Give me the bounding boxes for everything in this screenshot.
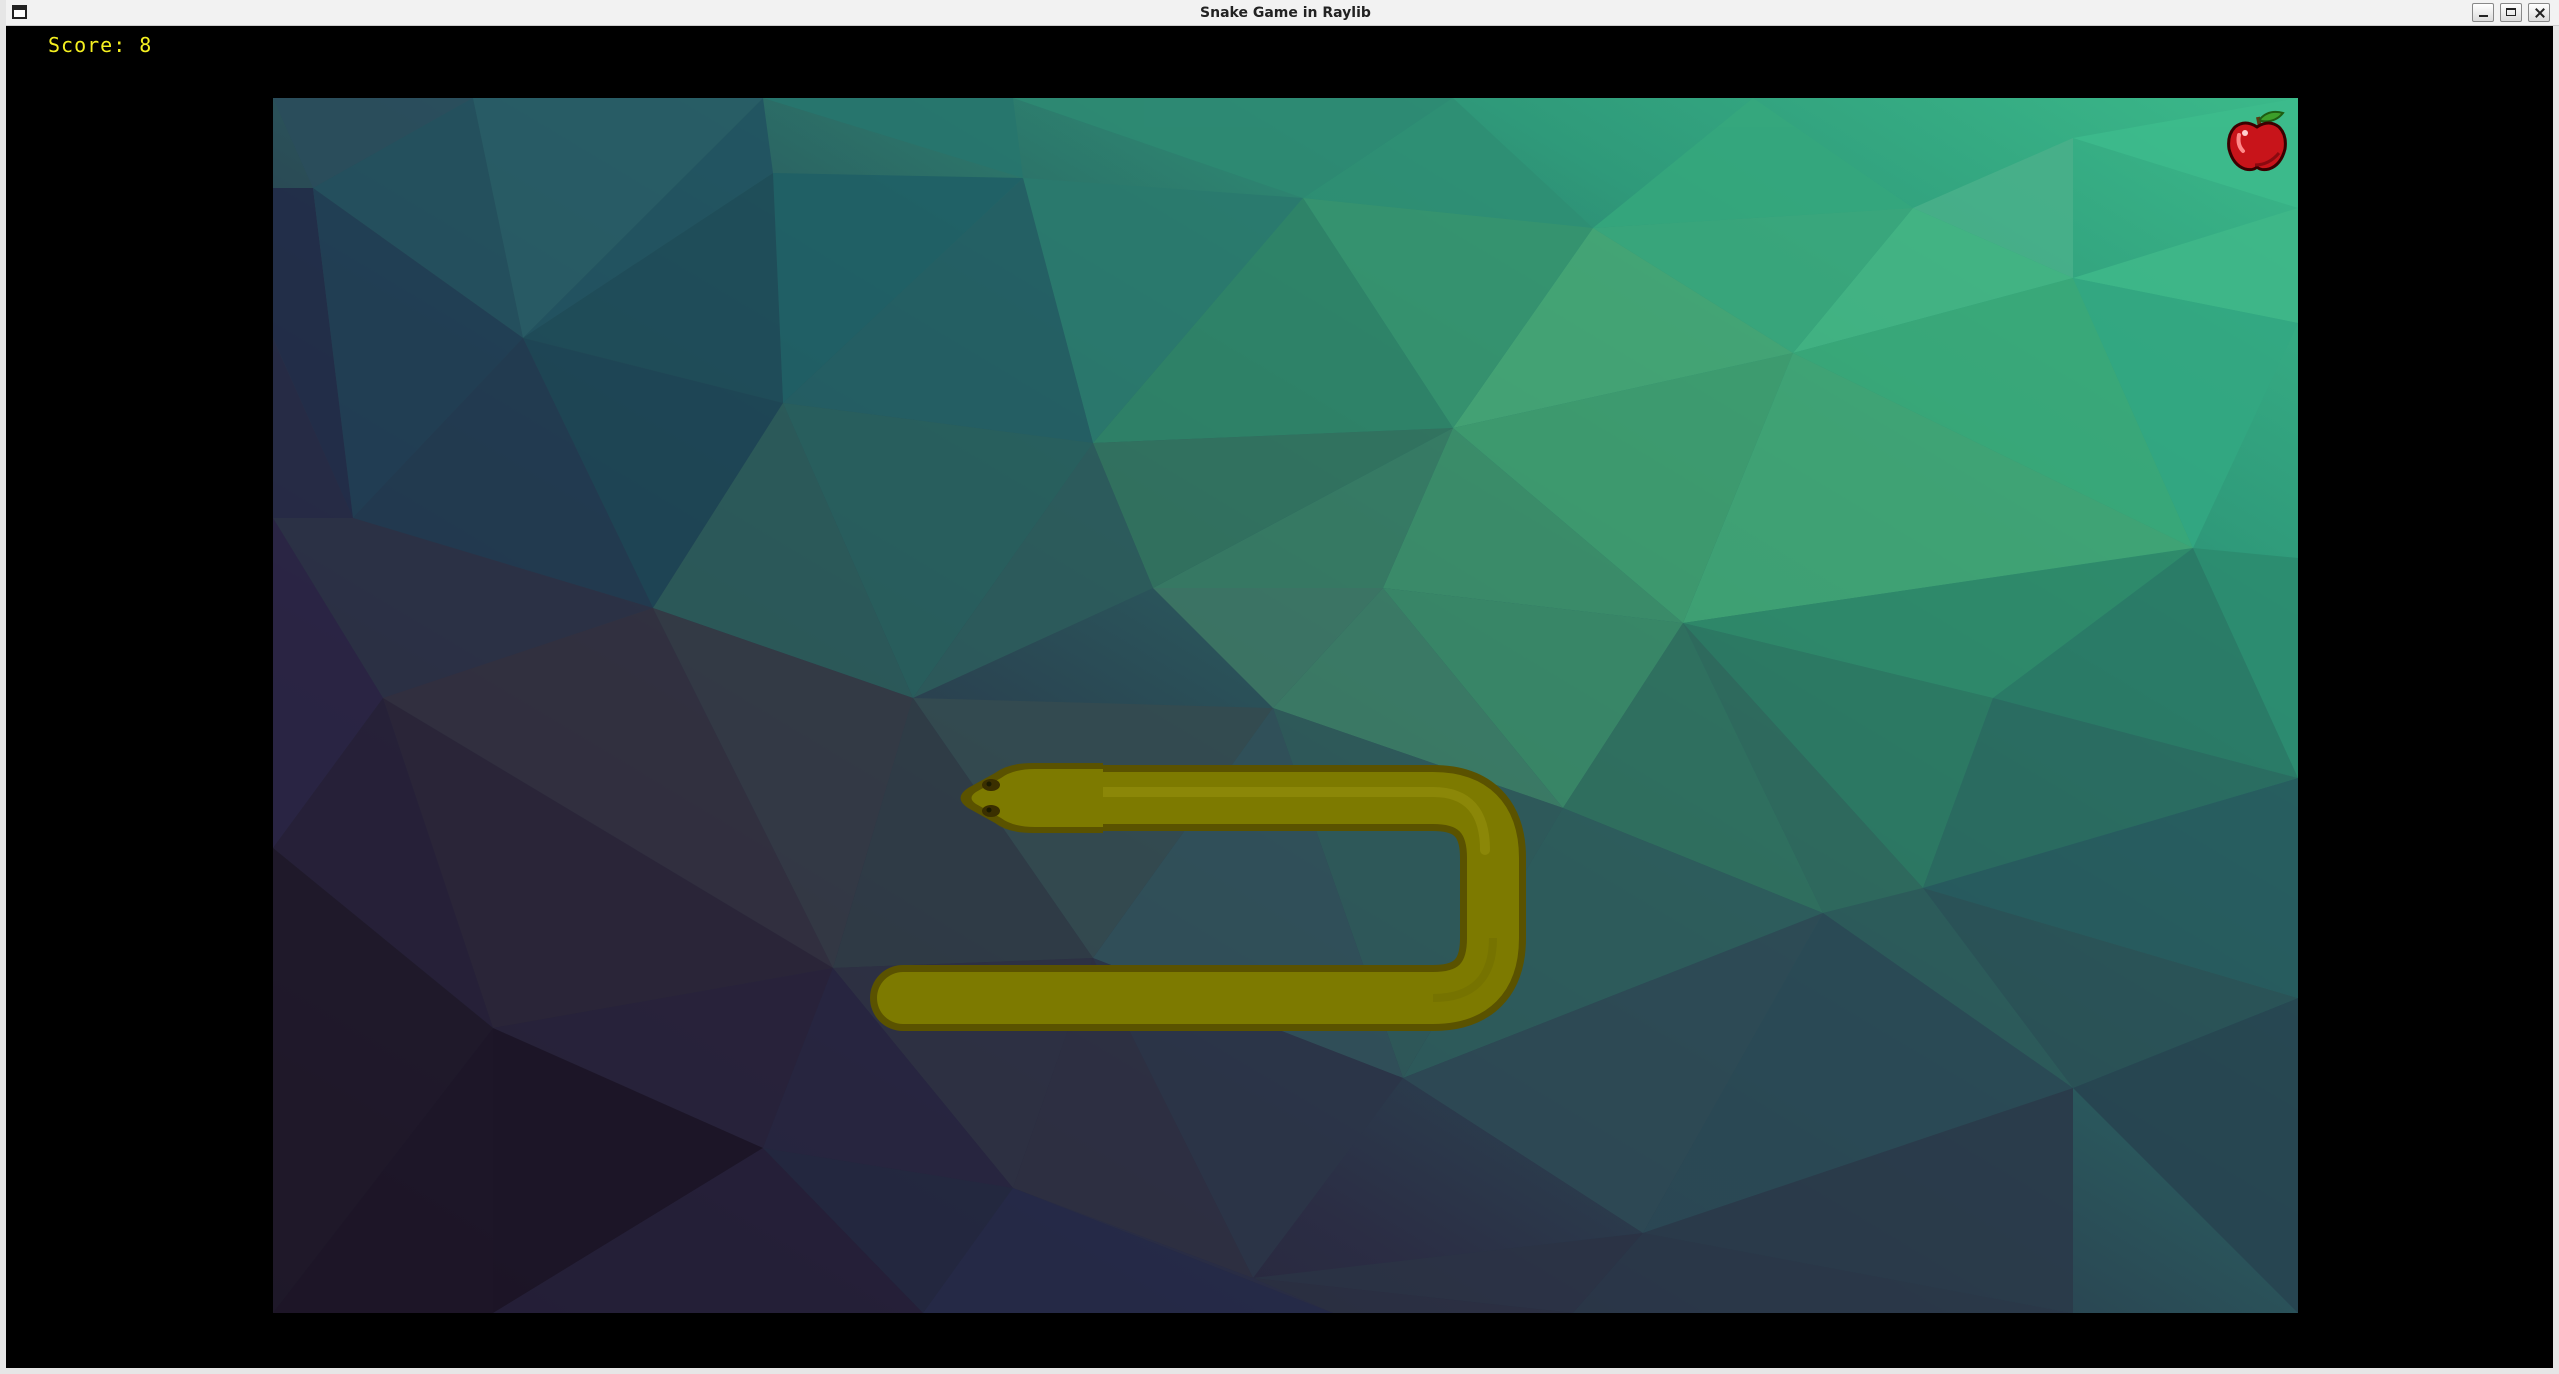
board-background: [273, 98, 2298, 1313]
maximize-button[interactable]: [2500, 3, 2522, 22]
game-board: [273, 98, 2298, 1313]
title-bar[interactable]: Snake Game in Raylib: [6, 0, 2559, 26]
close-button[interactable]: [2528, 3, 2550, 22]
score-label: Score: 8: [48, 33, 153, 57]
window-title: Snake Game in Raylib: [1200, 5, 1371, 21]
apple-icon: [2227, 110, 2287, 172]
minimize-button[interactable]: [2472, 3, 2494, 22]
game-window: Snake Game in Raylib Score: 8: [0, 0, 2559, 1374]
